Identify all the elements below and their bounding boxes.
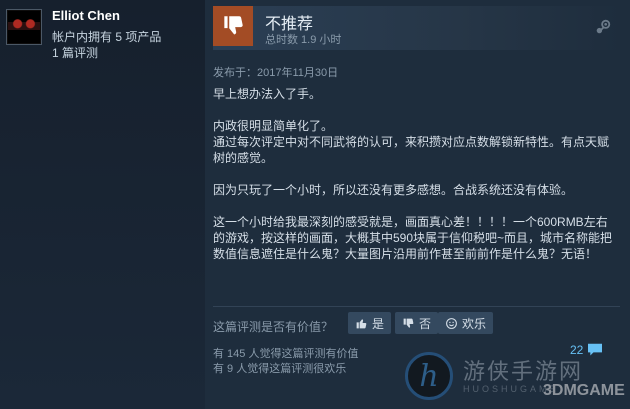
review-body: 早上想办法入了手。 内政很明显简单化了。 通过每次评定中对不同武将的认可，来积攒… [213, 86, 613, 278]
vote-no-label: 否 [419, 316, 432, 331]
comment-count: 22 [570, 343, 584, 357]
comment-icon [588, 343, 603, 356]
products-owned[interactable]: 帐户内拥有 5 项产品 [52, 28, 161, 45]
thumbs-down-icon [403, 318, 414, 328]
persona-name[interactable]: Elliot Chen [52, 8, 120, 23]
vote-yes-button[interactable]: 是 [348, 312, 392, 334]
smiley-icon [446, 317, 457, 329]
review-paragraph: 早上想办法入了手。 [213, 87, 322, 101]
vote-funny-label: 欢乐 [462, 316, 487, 331]
vote-funny-button[interactable]: 欢乐 [438, 312, 494, 334]
review-count[interactable]: 1 篇评测 [52, 44, 98, 61]
thumbs-down-icon [213, 6, 253, 46]
comments-link[interactable]: 22 [570, 343, 603, 357]
playtime: 总时数 1.9 小时 [265, 34, 342, 46]
avatar[interactable] [6, 9, 42, 45]
review-paragraph: 内政很明显简单化了。 通过每次评定中对不同武将的认可，来积攒对应点数解锁新特性。… [213, 119, 610, 165]
review-paragraph: 因为只玩了一个小时，所以还没有更多感想。合战系统还没有体验。 [213, 183, 574, 197]
divider [213, 306, 620, 307]
vote-header: 不推荐 总时数 1.9 小时 [213, 6, 620, 50]
review-panel: 不推荐 总时数 1.9 小时 发布于：2017年11月30日 早上想办法入了手。… [205, 0, 630, 409]
reviewer-panel: Elliot Chen 帐户内拥有 5 项产品 1 篇评测 [0, 0, 205, 409]
steam-icon [594, 18, 612, 36]
avatar-image [8, 11, 40, 43]
review-paragraph: 这一个小时给我最深刻的感受就是，画面真心差！！！！一个600RMB左右的游戏，按… [213, 215, 613, 261]
vote-no-button[interactable]: 否 [395, 312, 439, 334]
vote-yes-label: 是 [372, 316, 385, 331]
helpful-question: 这篇评测是否有价值？ [213, 320, 334, 334]
posted-date: 发布于：2017年11月30日 [213, 67, 339, 79]
funny-count: 有 9 人觉得这篇评测很欢乐 [213, 363, 347, 375]
thumbs-up-icon [356, 318, 367, 328]
helpful-count: 有 145 人觉得这篇评测有价值 [213, 348, 359, 360]
